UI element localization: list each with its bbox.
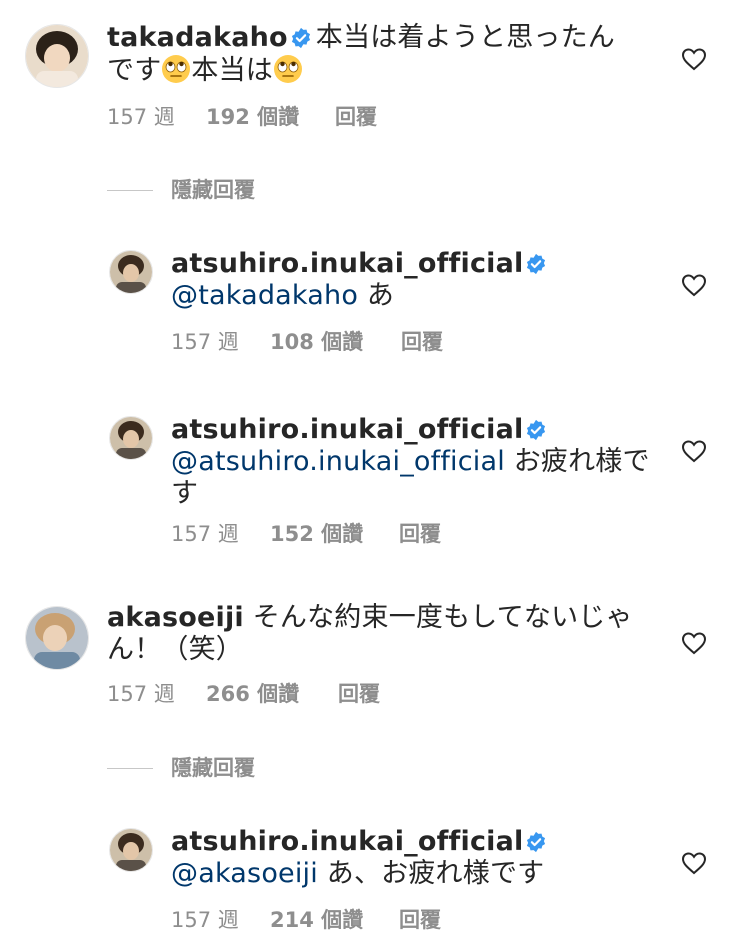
rolling-eyes-emoji-icon <box>274 55 303 83</box>
avatar[interactable] <box>109 250 153 294</box>
comment-body: あ <box>358 280 395 311</box>
hide-replies-label: 隱藏回覆 <box>171 178 255 202</box>
avatar[interactable] <box>25 606 89 670</box>
avatar-image <box>110 829 152 871</box>
hide-replies-button[interactable]: 隱藏回覆 <box>107 176 327 204</box>
avatar-image <box>26 607 88 669</box>
timestamp[interactable]: 157 週 <box>171 906 239 934</box>
likes-count[interactable]: 152 個讚 <box>270 520 363 548</box>
comment-body: あ、お疲れ様です <box>317 858 545 889</box>
username[interactable]: atsuhiro.inukai_official <box>171 414 523 445</box>
timestamp[interactable]: 157 週 <box>171 328 239 356</box>
comment-body-line2: す <box>171 478 199 509</box>
like-heart-icon[interactable] <box>681 439 707 463</box>
comment-text: takadakaho 本当は着ようと思ったん です 本当は <box>107 22 627 87</box>
divider-line <box>107 190 153 191</box>
like-heart-icon[interactable] <box>681 47 707 71</box>
reply-button[interactable]: 回覆 <box>399 906 441 934</box>
comment-meta: 157 週 152 個讚 回覆 <box>171 520 571 548</box>
comment-meta: 157 週 108 個讚 回覆 <box>171 328 571 356</box>
username[interactable]: atsuhiro.inukai_official <box>171 826 523 857</box>
comment-body-line2a: です <box>107 55 162 86</box>
comment-meta: 157 週 266 個讚 回覆 <box>107 680 507 708</box>
timestamp[interactable]: 157 週 <box>107 680 175 708</box>
comment-meta: 157 週 214 個讚 回覆 <box>171 906 571 934</box>
reply-button[interactable]: 回覆 <box>401 328 443 356</box>
likes-count[interactable]: 214 個讚 <box>270 906 363 934</box>
comment-text: atsuhiro.inukai_official @akasoeiji あ、お疲… <box>171 826 671 890</box>
likes-count[interactable]: 108 個讚 <box>270 328 363 356</box>
verified-badge-icon <box>527 419 546 441</box>
avatar[interactable] <box>25 24 89 88</box>
verified-badge-icon <box>291 27 310 49</box>
verified-badge-icon <box>527 253 546 275</box>
avatar-image <box>110 417 152 459</box>
reply-button[interactable]: 回覆 <box>335 103 377 131</box>
like-heart-icon[interactable] <box>681 273 707 297</box>
like-heart-icon[interactable] <box>681 851 707 875</box>
timestamp[interactable]: 157 週 <box>107 103 175 131</box>
likes-count[interactable]: 266 個讚 <box>206 680 299 708</box>
mention-link[interactable]: @akasoeiji <box>171 858 318 889</box>
like-heart-icon[interactable] <box>681 631 707 655</box>
comment-body-line2: ん！（笑） <box>107 634 243 665</box>
comment-body-line1: 本当は着ようと思ったん <box>315 22 615 53</box>
timestamp[interactable]: 157 週 <box>171 520 239 548</box>
username[interactable]: takadakaho <box>107 22 288 53</box>
comment-meta: 157 週 192 個讚 回覆 <box>107 103 507 131</box>
comment-body-line2b: 本当は <box>191 55 274 86</box>
verified-badge-icon <box>527 831 546 853</box>
hide-replies-button[interactable]: 隱藏回覆 <box>107 754 327 782</box>
username[interactable]: atsuhiro.inukai_official <box>171 248 523 279</box>
reply-button[interactable]: 回覆 <box>338 680 380 708</box>
avatar[interactable] <box>109 416 153 460</box>
avatar[interactable] <box>109 828 153 872</box>
comment-body-line1: そんな約束一度もしてないじゃ <box>252 602 633 633</box>
hide-replies-label: 隱藏回覆 <box>171 756 255 780</box>
mention-link[interactable]: @takadakaho <box>171 280 358 311</box>
comment-text: akasoeiji そんな約束一度もしてないじゃ ん！（笑） <box>107 602 647 666</box>
comment-text: atsuhiro.inukai_official @takadakaho あ <box>171 248 671 312</box>
avatar-image <box>26 25 88 87</box>
rolling-eyes-emoji-icon <box>162 55 191 83</box>
mention-link[interactable]: @atsuhiro.inukai_official <box>171 446 505 477</box>
likes-count[interactable]: 192 個讚 <box>206 103 299 131</box>
avatar-image <box>110 251 152 293</box>
comment-text: atsuhiro.inukai_official @atsuhiro.inuka… <box>171 414 671 510</box>
comment-body: お疲れ様で <box>504 446 650 477</box>
reply-button[interactable]: 回覆 <box>399 520 441 548</box>
divider-line <box>107 768 153 769</box>
username[interactable]: akasoeiji <box>107 602 244 633</box>
